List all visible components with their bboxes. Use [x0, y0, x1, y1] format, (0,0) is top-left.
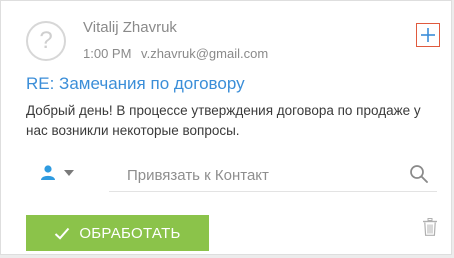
- email-card: ? Vitalij Zhavruk 1:00 PM v.zhavruk@gmai…: [0, 0, 452, 255]
- process-button[interactable]: ОБРАБОТАТЬ: [26, 215, 209, 251]
- checkmark-icon: [55, 227, 70, 240]
- sender-email: v.zhavruk@gmail.com: [141, 46, 269, 61]
- link-entity-input[interactable]: [125, 166, 399, 185]
- trash-icon[interactable]: [423, 218, 437, 236]
- link-entity-field: [109, 159, 437, 192]
- sender-name: Vitalij Zhavruk: [83, 19, 177, 36]
- contact-type-dropdown[interactable]: [41, 165, 74, 180]
- email-time: 1:00 PM: [83, 46, 132, 61]
- email-subject[interactable]: RE: Замечания по договору: [26, 74, 245, 94]
- avatar-placeholder-icon: ?: [26, 21, 66, 61]
- search-icon[interactable]: [409, 164, 429, 184]
- email-body: Добрый день! В процессе утверждения дого…: [26, 103, 421, 138]
- add-button[interactable]: [416, 23, 440, 47]
- plus-icon: [421, 28, 435, 42]
- email-meta: 1:00 PM v.zhavruk@gmail.com: [83, 46, 274, 61]
- person-icon: [41, 165, 55, 180]
- process-button-label: ОБРАБОТАТЬ: [79, 224, 181, 242]
- chevron-down-icon: [64, 169, 74, 176]
